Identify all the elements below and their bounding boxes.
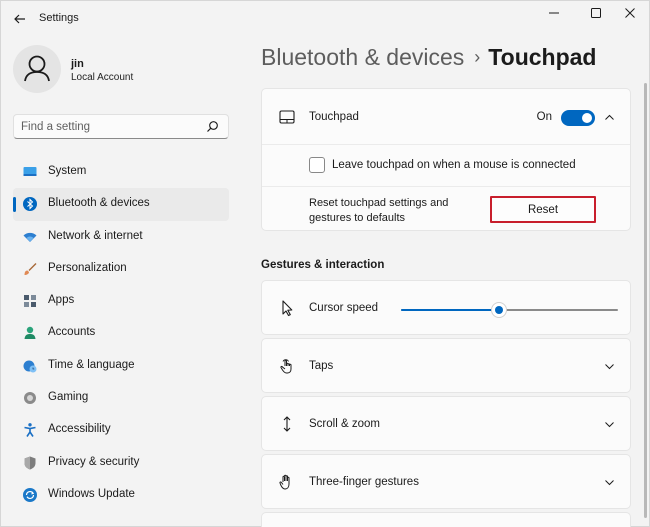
sidebar-nav: System Bluetooth & devices Network & int…: [13, 156, 229, 511]
reset-row: Reset touchpad settings and gestures to …: [262, 186, 630, 231]
maximize-icon[interactable]: [584, 6, 608, 20]
minimize-icon[interactable]: [542, 6, 566, 20]
cursor-speed-label: Cursor speed: [309, 302, 379, 314]
sidebar-item-network-internet[interactable]: Network & internet: [13, 221, 229, 253]
scrollbar[interactable]: [644, 83, 647, 518]
sidebar-item-apps[interactable]: Apps: [13, 285, 229, 317]
chevron-up-icon[interactable]: [604, 112, 615, 123]
sidebar-item-gaming[interactable]: Gaming: [13, 382, 229, 414]
touchpad-icon: [279, 110, 295, 124]
sidebar-item-system[interactable]: System: [13, 156, 229, 188]
cursor-speed-slider[interactable]: [401, 302, 618, 318]
sidebar-item-accessibility[interactable]: Accessibility: [13, 414, 229, 446]
sidebar-item-bluetooth-devices[interactable]: Bluetooth & devices: [13, 188, 229, 221]
taps-label: Taps: [309, 360, 334, 372]
touchpad-card: Touchpad On Leave touchpad on when a mou…: [261, 88, 631, 231]
touchpad-label: Touchpad: [309, 111, 359, 123]
search-box[interactable]: [13, 114, 229, 139]
bluetooth-icon: [23, 197, 37, 212]
sidebar-item-label: Windows Update: [48, 487, 135, 500]
touchpad-header-row[interactable]: Touchpad On: [262, 89, 630, 144]
search-icon[interactable]: [206, 120, 219, 133]
close-icon[interactable]: [618, 6, 642, 20]
sidebar-item-privacy-security[interactable]: Privacy & security: [13, 447, 229, 479]
tap-icon: [280, 359, 292, 374]
search-input[interactable]: [21, 119, 201, 135]
cursor-speed-card: Cursor speed: [261, 280, 631, 335]
sidebar-item-label: Personalization: [48, 261, 127, 274]
sidebar-item-label: Privacy & security: [48, 455, 140, 468]
leave-touchpad-on-row[interactable]: Leave touchpad on when a mouse is connec…: [262, 144, 630, 186]
slider-thumb[interactable]: [490, 302, 507, 318]
three-finger-gestures-label: Three-finger gestures: [309, 476, 419, 488]
gamepad-icon: [24, 392, 36, 405]
sidebar-item-windows-update[interactable]: Windows Update: [13, 479, 229, 511]
sidebar-item-label: Time & language: [48, 358, 135, 371]
sidebar-item-label: Accessibility: [48, 423, 111, 436]
reset-button[interactable]: Reset: [490, 196, 596, 223]
sidebar-item-label: Network & internet: [48, 229, 143, 242]
chevron-down-icon[interactable]: [604, 419, 615, 430]
window-title: Settings: [39, 12, 79, 24]
sidebar-item-label: Bluetooth & devices: [48, 197, 150, 210]
reset-description: Reset touchpad settings and gestures to …: [309, 197, 449, 224]
account-type: Local Account: [71, 72, 134, 83]
section-title: Gestures & interaction: [261, 259, 385, 271]
leave-touchpad-on-label: Leave touchpad on when a mouse is connec…: [332, 159, 576, 171]
brush-icon: [24, 262, 37, 275]
leave-touchpad-on-checkbox[interactable]: [309, 157, 325, 173]
apps-icon: [24, 295, 36, 308]
touchpad-toggle[interactable]: [561, 110, 595, 126]
user-name: jin: [71, 58, 84, 70]
shield-icon: [24, 456, 36, 470]
scroll-zoom-icon: [283, 416, 291, 432]
toggle-knob: [582, 113, 592, 123]
chevron-down-icon[interactable]: [604, 477, 615, 488]
back-arrow-icon[interactable]: [11, 10, 29, 28]
title-bar: Settings: [1, 1, 650, 37]
chevron-down-icon[interactable]: [604, 361, 615, 372]
settings-window: Settings jin Local Account Find a settin…: [0, 0, 650, 527]
person-icon: [24, 55, 50, 82]
breadcrumb-separator: ›: [474, 47, 481, 67]
toggle-state-label: On: [536, 111, 552, 123]
sidebar-item-label: System: [48, 165, 87, 177]
scroll-zoom-card[interactable]: Scroll & zoom: [261, 396, 631, 451]
avatar[interactable]: [13, 45, 61, 93]
page-title: Touchpad: [488, 44, 597, 70]
wifi-icon: [23, 232, 37, 242]
taps-card[interactable]: Taps: [261, 338, 631, 393]
sidebar-item-accounts[interactable]: Accounts: [13, 317, 229, 349]
breadcrumb: Bluetooth & devices › Touchpad: [261, 44, 596, 71]
sidebar-item-label: Accounts: [48, 326, 96, 339]
slider-fill: [401, 309, 499, 311]
hand-icon: [279, 474, 290, 490]
sidebar-item-label: Apps: [48, 294, 75, 307]
three-finger-gestures-card[interactable]: Three-finger gestures: [261, 454, 631, 509]
system-icon: [23, 167, 37, 176]
accounts-icon: [24, 327, 36, 340]
clock-globe-icon: [23, 360, 37, 373]
cursor-icon: [282, 300, 293, 317]
sidebar-item-label: Gaming: [48, 391, 89, 404]
sidebar-item-time-language[interactable]: Time & language: [13, 350, 229, 382]
accessibility-icon: [24, 423, 36, 438]
sidebar-item-personalization[interactable]: Personalization: [13, 253, 229, 285]
update-icon: [23, 487, 37, 502]
breadcrumb-parent[interactable]: Bluetooth & devices: [261, 44, 464, 70]
next-card-partial[interactable]: [261, 512, 631, 527]
scroll-zoom-label: Scroll & zoom: [309, 418, 380, 430]
